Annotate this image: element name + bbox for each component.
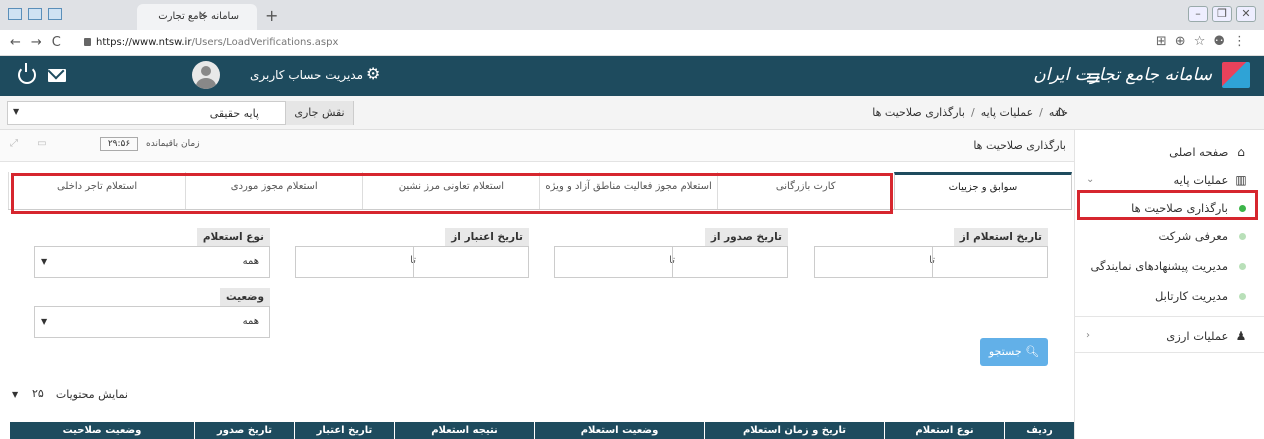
inquiry-type-select[interactable]: ▼ همه [34,246,270,278]
inquiry-date-label: تاریخ استعلام از [953,228,1048,246]
issue-date-filter: تاریخ صدور از تا [554,228,788,288]
panel-tools[interactable]: ⤢ ▭ [10,138,55,149]
url-text[interactable]: https://www.ntsw.ir/Users/LoadVerificati… [96,37,338,48]
breadcrumb-level1[interactable]: عملیات پایه [981,106,1033,119]
inquiry-type-label: نوع استعلام [196,228,270,246]
role-label: نقش جاری [285,101,353,125]
col-valid-date[interactable]: تاریخ اعتبار [294,422,394,439]
page-size-value: ۲۵ [32,387,44,400]
chevron-down-icon: ▼ [13,107,20,116]
page-size-label: نمایش محتویات [55,388,128,401]
page-header: بارگذاری صلاحیت ها ⤢ ▭ ۲۹:۵۶ زمان باقیما… [0,130,1074,162]
status-select[interactable]: ▼ همه [34,306,270,338]
chevron-down-icon: ▼ [41,257,48,266]
page-title: بارگذاری صلاحیت ها [973,139,1066,152]
page-size-select[interactable]: نمایش محتویات ۲۵ ▼ [8,384,128,406]
browser-tab[interactable]: سامانه جامع تجارت [137,4,257,30]
inquiry-date-filter: تاریخ استعلام از تا [814,228,1048,288]
app-header: مدیریت حساب کاربری ⚙ ≡ سامانه جامع تجارت… [0,56,1264,96]
highlight-box-sidebar [1077,190,1258,220]
browser-actions[interactable]: ⊞⊕☆⚉⋮ [1156,34,1254,49]
col-inquiry-result[interactable]: نتیجه استعلام [394,422,534,439]
power-icon[interactable] [18,63,36,84]
sidebar-item-cartable[interactable]: مدیریت کارتابل [1074,282,1264,310]
valid-date-range[interactable]: تا [295,246,529,278]
account-menu[interactable]: مدیریت حساب کاربری [250,68,363,82]
window-controls[interactable]: – ❐ ✕ [1188,6,1256,22]
main-content: بارگذاری صلاحیت ها ⤢ ▭ ۲۹:۵۶ زمان باقیما… [0,130,1074,439]
user-plus-icon: ♟ [1235,329,1247,343]
highlight-box-tabs [11,173,893,214]
chevron-left-icon: ‹ [1086,330,1090,341]
role-value: پایه حقیقی [209,107,259,120]
role-select[interactable]: ▼ پایه حقیقی نقش جاری [7,101,354,125]
tab-history[interactable]: سوابق و جزییات [893,172,1072,209]
search-button[interactable]: 🔍︎ جستجو [980,338,1048,366]
inquiry-type-filter: نوع استعلام ▼ همه [34,228,270,288]
table-header: ردیف نوع استعلام تاریخ و زمان استعلام وض… [10,422,1074,439]
chevron-down-icon: ▼ [41,317,48,326]
mail-icon[interactable] [48,69,66,82]
issue-date-range[interactable]: تا [554,246,788,278]
status-filter: وضعیت ▼ همه [34,288,270,348]
window-icons [8,8,62,20]
col-inquiry-datetime[interactable]: تاریخ و زمان استعلام [704,422,884,439]
breadcrumb: خانه/عملیات پایه/بارگذاری صلاحیت ها [872,106,1068,119]
close-tab-icon[interactable]: ✕ [198,9,207,22]
col-issue-date[interactable]: تاریخ صدور [194,422,294,439]
sidebar-item-agency-offers[interactable]: مدیریت پیشنهادهای نمایندگی [1074,252,1264,280]
status-label: وضعیت [219,288,270,306]
nav-buttons[interactable]: ←→C [10,35,71,50]
sidebar-item-home[interactable]: ⌂ صفحه اصلی [1074,138,1264,166]
timer-label: زمان باقیمانده [146,139,200,149]
col-inquiry-status[interactable]: وضعیت استعلام [534,422,704,439]
brand-title: سامانه جامع تجارت ایران [1033,65,1212,85]
logo-icon [1222,62,1250,88]
sidebar-item-fx-ops[interactable]: ♟ عملیات ارزی ‹ [1074,322,1264,350]
valid-date-filter: تاریخ اعتبار از تا [295,228,529,288]
browser-tabbar: سامانه جامع تجارت ✕ + – ❐ ✕ [0,0,1264,30]
sidebar: ⌂ صفحه اصلی ▥ عملیات پایه ⌄ بارگذاری صلاح… [1074,130,1264,439]
gear-icon[interactable]: ⚙ [366,64,380,83]
sidebar-item-company-intro[interactable]: معرفی شرکت [1074,222,1264,250]
chevron-down-icon: ▼ [12,390,19,399]
timer-value: ۲۹:۵۶ [100,137,138,151]
breadcrumb-row: ▼ پایه حقیقی نقش جاری خانه/عملیات پایه/ب… [0,96,1264,130]
valid-date-label: تاریخ اعتبار از [445,228,529,246]
avatar[interactable] [192,61,220,89]
breadcrumb-level2: بارگذاری صلاحیت ها [872,106,965,119]
col-row[interactable]: ردیف [1004,422,1074,439]
col-inquiry-type[interactable]: نوع استعلام [884,422,1004,439]
issue-date-label: تاریخ صدور از [704,228,788,246]
lock-icon [84,38,91,46]
search-icon: 🔍︎ [1025,345,1040,358]
home-icon: ⌂ [1237,145,1245,159]
home-icon[interactable]: ⌂ [1056,104,1065,120]
address-bar[interactable]: ←→C https://www.ntsw.ir/Users/LoadVerifi… [0,30,1264,56]
new-tab-icon[interactable]: + [265,6,278,25]
inquiry-date-range[interactable]: تا [814,246,1048,278]
col-verification-status[interactable]: وضعیت صلاحیت [10,422,194,439]
